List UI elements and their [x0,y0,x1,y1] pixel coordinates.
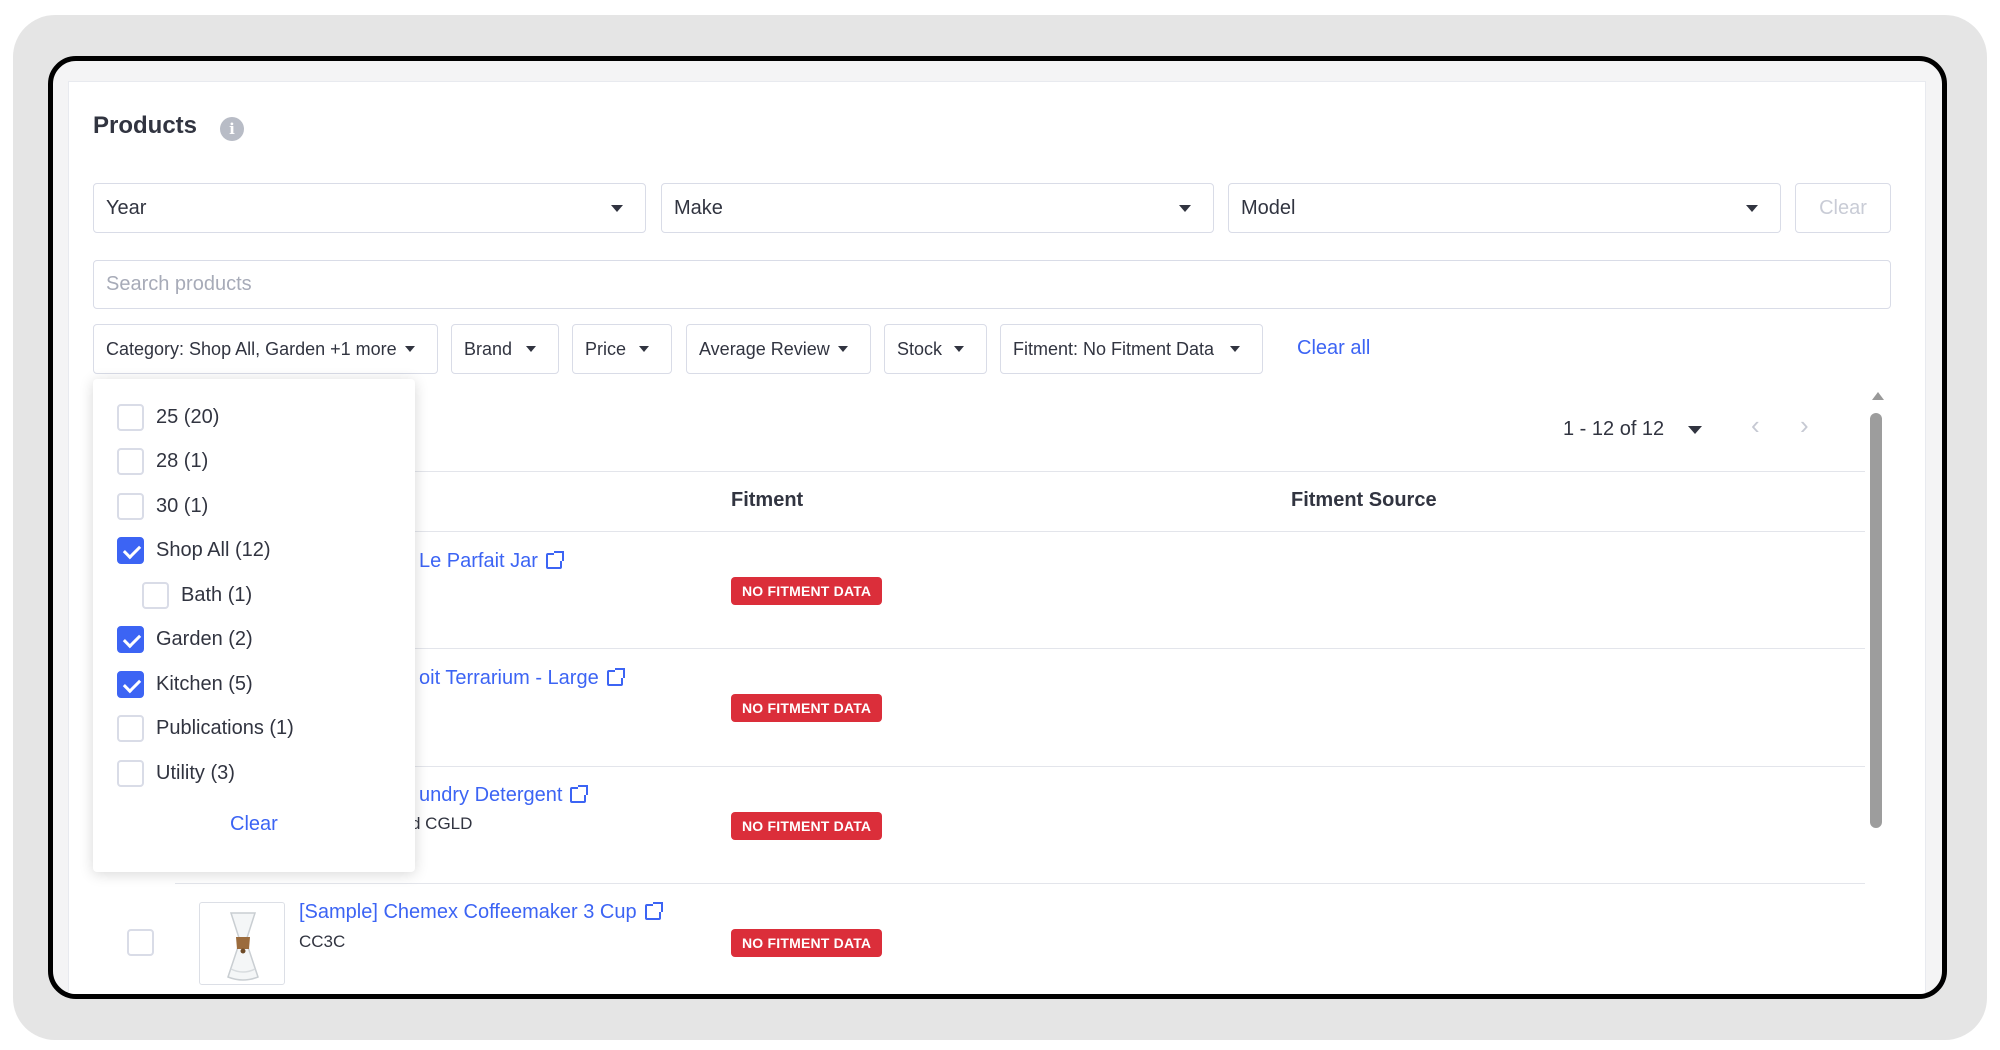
status-badge: NO FITMENT DATA [731,694,883,722]
chevron-down-icon [838,346,848,352]
product-link[interactable]: oit Terrarium - Large [419,667,625,690]
search-box [93,260,1891,309]
divider [175,471,1865,472]
external-link-icon [606,668,625,686]
option-checkbox[interactable] [117,715,144,742]
product-name: Le Parfait Jar [419,550,538,572]
option-label: Garden (2) [156,628,253,650]
stock-filter-button[interactable]: Stock [884,324,987,374]
column-header-fitment-source: Fitment Source [1291,489,1437,511]
chevron-down-icon [611,205,623,212]
option-checkbox[interactable] [117,448,144,475]
chevron-down-icon [1179,205,1191,212]
price-filter-button[interactable]: Price [572,324,672,374]
option-label: Shop All (12) [156,539,271,561]
chevron-down-icon [405,346,415,352]
category-dropdown: 25 (20) 28 (1) 30 (1) Shop All (12) Bath… [93,379,415,872]
option-label: Utility (3) [156,762,235,784]
divider [175,883,1865,884]
option-checkbox[interactable] [117,671,144,698]
average-review-filter-label: Average Review [699,339,830,359]
chevron-right-icon[interactable]: › [1800,410,1809,441]
external-link-icon [570,785,589,803]
option-label: Kitchen (5) [156,673,253,695]
make-select-label: Make [674,197,723,219]
fitment-filter-button[interactable]: Fitment: No Fitment Data [1000,324,1263,374]
chevron-down-icon [1746,205,1758,212]
product-name: [Sample] Chemex Coffeemaker 3 Cup [299,901,637,923]
chevron-down-icon [1230,346,1240,352]
clear-all-link[interactable]: Clear all [1297,337,1370,360]
option-label: 25 (20) [156,406,220,428]
option-checkbox[interactable] [117,537,144,564]
chemex-coffeemaker-image [227,912,259,981]
divider [175,766,1865,767]
make-select[interactable]: Make [661,183,1214,233]
chevron-down-icon [526,346,536,352]
option-label: 30 (1) [156,495,209,517]
product-link[interactable]: undry Detergent [419,784,589,807]
chevron-down-icon [639,346,649,352]
status-badge: NO FITMENT DATA [731,812,883,840]
search-input[interactable] [94,261,1890,308]
product-thumbnail [199,902,285,985]
option-checkbox[interactable] [117,626,144,653]
price-filter-label: Price [585,339,627,359]
column-header-fitment: Fitment [731,489,804,511]
external-link-icon [644,902,663,920]
per-page-dropdown-icon[interactable] [1688,426,1702,434]
external-link-icon [545,551,564,569]
option-label: 28 (1) [156,450,209,472]
page-title: Products [93,112,198,139]
product-sku: CC3C [299,932,346,951]
row-checkbox[interactable] [127,929,154,956]
model-select-label: Model [1241,197,1296,219]
chevron-left-icon[interactable]: ‹ [1751,410,1760,441]
scrollbar-thumb[interactable] [1870,413,1882,828]
product-link[interactable]: [Sample] Chemex Coffeemaker 3 Cup [299,901,663,924]
divider [175,648,1865,649]
stock-filter-label: Stock [897,339,943,359]
option-checkbox[interactable] [117,493,144,520]
info-icon[interactable]: i [220,117,244,141]
chevron-down-icon [954,346,964,352]
category-filter-label: Category: Shop All, Garden +1 more [106,339,397,359]
option-checkbox[interactable] [117,760,144,787]
brand-filter-button[interactable]: Brand [451,324,559,374]
scroll-up-icon[interactable] [1872,392,1884,400]
product-name: undry Detergent [419,784,563,806]
fitment-filter-label: Fitment: No Fitment Data [1013,339,1215,359]
option-label: Publications (1) [156,717,294,739]
dropdown-clear-button[interactable]: Clear [230,813,278,836]
year-select[interactable]: Year [93,183,646,233]
category-filter-button[interactable]: Category: Shop All, Garden +1 more [93,324,438,374]
model-select[interactable]: Model [1228,183,1781,233]
vehicle-clear-button[interactable]: Clear [1795,183,1891,233]
product-sku: d CGLD [411,814,473,833]
option-checkbox[interactable] [117,404,144,431]
brand-filter-label: Brand [464,339,513,359]
divider [175,531,1865,532]
pagination-range: 1 - 12 of 12 [1563,418,1665,440]
status-badge: NO FITMENT DATA [731,577,883,605]
option-checkbox[interactable] [142,582,169,609]
product-name: oit Terrarium - Large [419,667,599,689]
year-select-label: Year [106,197,147,219]
status-badge: NO FITMENT DATA [731,929,883,957]
product-link[interactable]: Le Parfait Jar [419,550,564,573]
option-label: Bath (1) [181,584,253,606]
average-review-filter-button[interactable]: Average Review [686,324,871,374]
